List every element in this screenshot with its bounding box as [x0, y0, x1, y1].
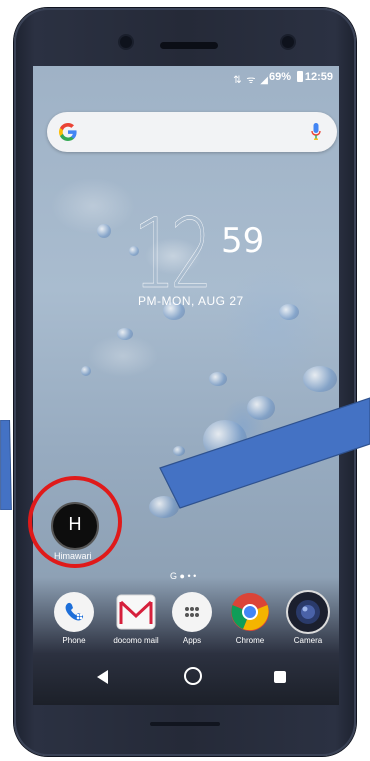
dock-label-camera: Camera — [293, 636, 323, 645]
recent-apps-icon[interactable] — [274, 671, 286, 683]
status-bar: ⇅ ᯤ ◢ 69% 12:59 — [33, 66, 339, 88]
dock-label-docomo-mail: docomo mail — [113, 636, 159, 645]
front-camera — [120, 36, 132, 48]
signal-wifi-icon: ⇅ ᯤ ◢ — [233, 75, 269, 86]
battery-percent: 69% — [268, 71, 291, 83]
clock-widget[interactable]: 12 59 PM-MON, AUG 27 — [33, 206, 339, 308]
clock-minute: 59 — [221, 221, 265, 261]
annotation-arrow — [159, 397, 370, 509]
battery-icon — [297, 71, 303, 82]
camera-icon — [288, 592, 328, 632]
google-search-bar[interactable] — [47, 112, 337, 152]
apps-icon — [172, 592, 212, 632]
dock-label-apps: Apps — [182, 636, 202, 645]
navigation-bar — [33, 652, 339, 705]
back-icon[interactable] — [97, 670, 108, 684]
mic-icon[interactable] — [311, 122, 321, 142]
water-drop — [81, 366, 91, 376]
annotation-arrow-left — [0, 420, 12, 510]
chrome-icon — [230, 592, 270, 632]
clock-hour: 12 — [133, 198, 213, 310]
google-logo-icon — [57, 121, 79, 149]
water-drop — [117, 328, 133, 340]
phone-icon — [54, 592, 94, 632]
dock-phone[interactable]: Phone — [49, 592, 99, 645]
dock-camera[interactable]: Camera — [283, 592, 333, 645]
status-clock: 12:59 — [304, 71, 333, 83]
dock-apps[interactable]: Apps — [167, 592, 217, 645]
mail-icon — [115, 592, 157, 632]
dock-docomo-mail[interactable]: docomo mail — [103, 592, 169, 645]
dock-label-phone: Phone — [62, 636, 86, 645]
highlight-circle — [28, 476, 122, 568]
home-icon[interactable] — [184, 667, 202, 685]
clock-date: PM-MON, AUG 27 — [138, 294, 244, 308]
dock-label-chrome: Chrome — [235, 636, 265, 645]
dock-chrome[interactable]: Chrome — [225, 592, 275, 645]
page-indicator: G ● • • — [170, 571, 197, 581]
water-drop — [279, 304, 299, 320]
proximity-sensor — [282, 36, 294, 48]
earpiece-speaker — [160, 42, 218, 49]
bottom-speaker — [150, 722, 220, 726]
